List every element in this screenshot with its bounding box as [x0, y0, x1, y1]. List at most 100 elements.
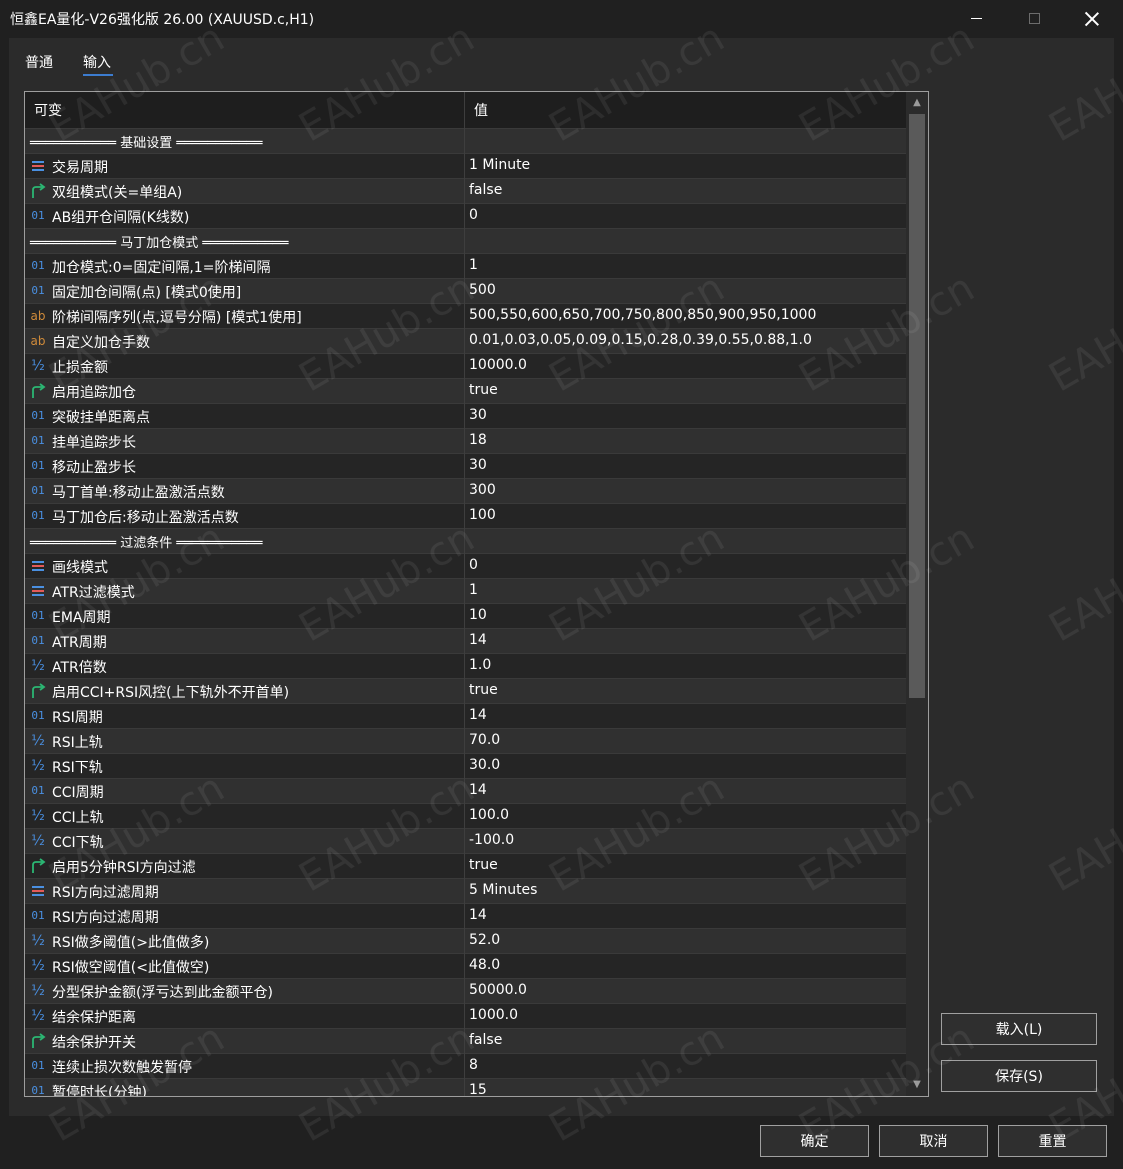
parameter-row[interactable]: 结余保护开关 false	[25, 1029, 906, 1054]
parameter-value[interactable]: 52.0	[469, 932, 500, 948]
inputs-grid: 可变 值 ═══════════ 基础设置 ═══════════ 交易周期 1 M…	[24, 91, 929, 1097]
cancel-button[interactable]: 取消	[879, 1125, 988, 1157]
parameter-row[interactable]: 启用5分钟RSI方向过滤 true	[25, 854, 906, 879]
parameter-value[interactable]: 18	[469, 432, 487, 448]
parameter-row[interactable]: 启用CCI+RSI风控(上下轨外不开首单) true	[25, 679, 906, 704]
parameter-value[interactable]: 0	[469, 557, 478, 573]
parameter-row[interactable]: 01 马丁加仓后:移动止盈激活点数 100	[25, 504, 906, 529]
parameter-value[interactable]: 30	[469, 457, 487, 473]
parameter-value[interactable]: true	[469, 682, 498, 698]
parameter-value[interactable]: true	[469, 382, 498, 398]
parameter-value[interactable]: 30	[469, 407, 487, 423]
parameter-value[interactable]: 50000.0	[469, 982, 527, 998]
scroll-down-icon[interactable]: ▼	[906, 1076, 928, 1094]
parameter-row[interactable]: RSI方向过滤周期 5 Minutes	[25, 879, 906, 904]
header-value[interactable]: 值	[474, 100, 488, 120]
parameter-value[interactable]: 0.01,0.03,0.05,0.09,0.15,0.28,0.39,0.55,…	[469, 332, 812, 348]
parameter-value[interactable]: 0	[469, 207, 478, 223]
parameter-value[interactable]: 14	[469, 782, 487, 798]
parameter-value[interactable]: 1 Minute	[469, 157, 530, 173]
parameter-value[interactable]: 1000.0	[469, 1007, 518, 1023]
maximize-button[interactable]	[1010, 0, 1058, 37]
parameter-value[interactable]: 100.0	[469, 807, 509, 823]
parameter-row[interactable]: 启用追踪加仓 true	[25, 379, 906, 404]
parameter-row[interactable]: ½ RSI做空阈值(<此值做空) 48.0	[25, 954, 906, 979]
parameter-row[interactable]: 01 马丁首单:移动止盈激活点数 300	[25, 479, 906, 504]
parameter-name: 加仓模式:0=固定间隔,1=阶梯间隔	[52, 260, 271, 276]
parameter-value[interactable]: 15	[469, 1082, 487, 1096]
parameter-row[interactable]: 01 固定加仓间隔(点) [模式0使用] 500	[25, 279, 906, 304]
parameter-value[interactable]: false	[469, 182, 502, 198]
parameter-value[interactable]: 500	[469, 282, 496, 298]
parameter-value[interactable]: 500,550,600,650,700,750,800,850,900,950,…	[469, 307, 816, 323]
parameter-row[interactable]: 交易周期 1 Minute	[25, 154, 906, 179]
bool-type-icon	[30, 183, 46, 199]
parameter-value[interactable]: 5 Minutes	[469, 882, 537, 898]
parameter-value[interactable]: 14	[469, 632, 487, 648]
parameter-row[interactable]: 01 移动止盈步长 30	[25, 454, 906, 479]
load-button[interactable]: 载入(L)	[941, 1013, 1097, 1045]
parameter-row[interactable]: 01 AB组开仓间隔(K线数) 0	[25, 204, 906, 229]
parameter-row[interactable]: ATR过滤模式 1	[25, 579, 906, 604]
parameter-value[interactable]: 1.0	[469, 657, 491, 673]
parameter-row[interactable]: 双组模式(关=单组A) false	[25, 179, 906, 204]
parameter-value[interactable]: 14	[469, 907, 487, 923]
close-button[interactable]	[1068, 0, 1116, 37]
minimize-button[interactable]	[952, 0, 1000, 37]
parameter-row[interactable]: 01 ATR周期 14	[25, 629, 906, 654]
parameter-row[interactable]: 01 RSI周期 14	[25, 704, 906, 729]
scroll-up-icon[interactable]: ▲	[906, 94, 928, 112]
parameter-row[interactable]: 01 突破挂单距离点 30	[25, 404, 906, 429]
maximize-icon	[1028, 13, 1040, 24]
enum-type-icon	[30, 583, 46, 599]
parameter-value[interactable]: 30.0	[469, 757, 500, 773]
integer-type-icon: 01	[31, 609, 45, 622]
parameter-name: RSI方向过滤周期	[52, 910, 159, 926]
section-separator-row[interactable]: ═══════════ 过滤条件 ═══════════	[25, 529, 906, 554]
parameter-row[interactable]: ½ 分型保护金额(浮亏达到此金额平仓) 50000.0	[25, 979, 906, 1004]
parameter-row[interactable]: ½ ATR倍数 1.0	[25, 654, 906, 679]
scroll-thumb[interactable]	[909, 114, 925, 698]
column-divider[interactable]	[464, 92, 465, 1096]
parameter-value[interactable]: 48.0	[469, 957, 500, 973]
parameter-value[interactable]: false	[469, 1032, 502, 1048]
parameter-value[interactable]: true	[469, 857, 498, 873]
parameter-value[interactable]: 14	[469, 707, 487, 723]
parameter-value[interactable]: 1	[469, 257, 478, 273]
parameter-value[interactable]: 10	[469, 607, 487, 623]
parameter-row[interactable]: ½ CCI上轨 100.0	[25, 804, 906, 829]
parameter-value[interactable]: 1	[469, 582, 478, 598]
parameter-row[interactable]: 01 RSI方向过滤周期 14	[25, 904, 906, 929]
tab-common[interactable]: 普通	[25, 52, 53, 72]
parameter-row[interactable]: 01 加仓模式:0=固定间隔,1=阶梯间隔 1	[25, 254, 906, 279]
parameter-name: 马丁加仓后:移动止盈激活点数	[52, 510, 239, 526]
parameter-value[interactable]: 300	[469, 482, 496, 498]
parameter-row[interactable]: ½ CCI下轨 -100.0	[25, 829, 906, 854]
vertical-scrollbar[interactable]: ▲ ▼	[906, 92, 928, 1096]
save-button[interactable]: 保存(S)	[941, 1060, 1097, 1092]
ok-button[interactable]: 确定	[760, 1125, 869, 1157]
parameter-row[interactable]: ½ RSI上轨 70.0	[25, 729, 906, 754]
parameter-value[interactable]: 8	[469, 1057, 478, 1073]
parameter-row[interactable]: 01 挂单追踪步长 18	[25, 429, 906, 454]
parameter-row[interactable]: ½ 结余保护距离 1000.0	[25, 1004, 906, 1029]
parameter-value[interactable]: 70.0	[469, 732, 500, 748]
parameter-row[interactable]: 画线模式 0	[25, 554, 906, 579]
reset-button[interactable]: 重置	[998, 1125, 1107, 1157]
section-separator-row[interactable]: ═══════════ 基础设置 ═══════════	[25, 129, 906, 154]
parameter-row[interactable]: 01 CCI周期 14	[25, 779, 906, 804]
parameter-row[interactable]: ½ 止损金额 10000.0	[25, 354, 906, 379]
section-separator-row[interactable]: ═══════════ 马丁加仓模式 ═══════════	[25, 229, 906, 254]
parameter-value[interactable]: 100	[469, 507, 496, 523]
header-variable[interactable]: 可变	[34, 100, 62, 120]
parameter-row[interactable]: ab 自定义加仓手数 0.01,0.03,0.05,0.09,0.15,0.28,0…	[25, 329, 906, 354]
parameter-row[interactable]: ½ RSI做多阈值(>此值做多) 52.0	[25, 929, 906, 954]
tab-inputs[interactable]: 输入	[83, 52, 111, 72]
parameter-value[interactable]: 10000.0	[469, 357, 527, 373]
parameter-value[interactable]: -100.0	[469, 832, 514, 848]
parameter-row[interactable]: ab 阶梯间隔序列(点,逗号分隔) [模式1使用] 500,550,600,650,…	[25, 304, 906, 329]
parameter-row[interactable]: 01 EMA周期 10	[25, 604, 906, 629]
parameter-row[interactable]: 01 暂停时长(分钟) 15	[25, 1079, 906, 1096]
parameter-row[interactable]: 01 连续止损次数触发暂停 8	[25, 1054, 906, 1079]
parameter-row[interactable]: ½ RSI下轨 30.0	[25, 754, 906, 779]
